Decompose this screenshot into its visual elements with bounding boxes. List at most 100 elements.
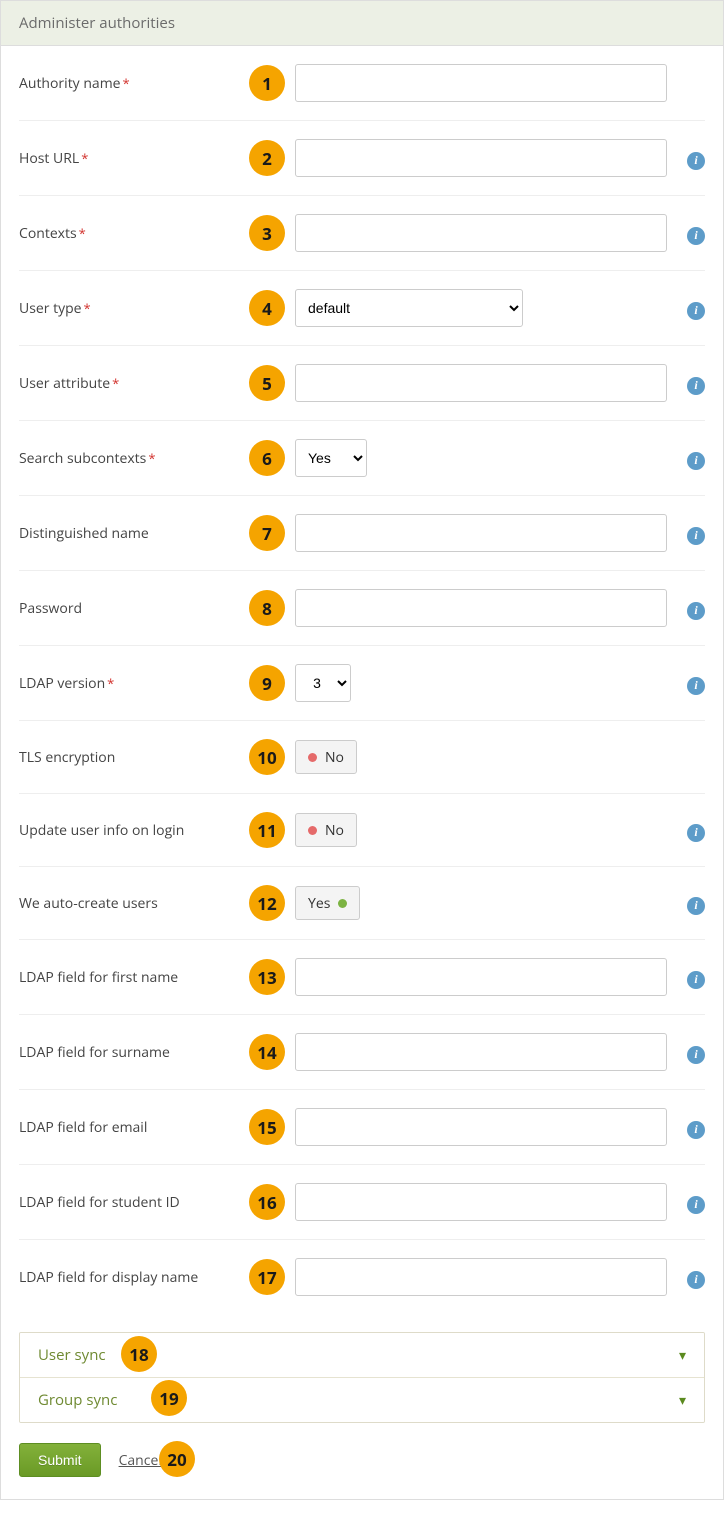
step-marker-14: 14 — [249, 1034, 285, 1070]
step-marker-7: 7 — [249, 515, 285, 551]
required-asterisk: * — [81, 149, 88, 167]
info-icon[interactable]: i — [687, 1121, 705, 1139]
info-icon[interactable]: i — [687, 602, 705, 620]
row-surname: LDAP field for surname 14 i — [19, 1015, 705, 1090]
row-distinguished-name: Distinguished name 7 i — [19, 496, 705, 571]
row-autocreate: We auto-create users 12 Yes i — [19, 867, 705, 940]
info-icon[interactable]: i — [687, 1196, 705, 1214]
user-type-select[interactable]: default — [295, 289, 523, 327]
label-email: LDAP field for email — [19, 1118, 249, 1137]
info-icon[interactable]: i — [687, 377, 705, 395]
step-marker-19: 19 — [151, 1380, 187, 1416]
step-marker-10: 10 — [249, 739, 285, 775]
step-marker-16: 16 — [249, 1184, 285, 1220]
submit-button[interactable]: Submit — [19, 1443, 101, 1477]
info-icon[interactable]: i — [687, 897, 705, 915]
admin-authorities-panel: Administer authorities Authority name* 1… — [0, 0, 724, 1500]
row-firstname: LDAP field for first name 13 i — [19, 940, 705, 1015]
label-surname: LDAP field for surname — [19, 1043, 249, 1062]
label-user-attribute: User attribute* — [19, 374, 249, 393]
panel-body: Authority name* 1 Host URL* 2 i Contexts… — [1, 46, 723, 1499]
accordion-section: User sync ▾ Group sync ▾ 18 19 — [19, 1332, 705, 1423]
toggle-label: No — [325, 748, 344, 767]
label-contexts: Contexts* — [19, 224, 249, 243]
required-asterisk: * — [107, 674, 114, 692]
info-icon[interactable]: i — [687, 1271, 705, 1289]
accordion-label: Group sync — [38, 1390, 117, 1410]
step-marker-15: 15 — [249, 1109, 285, 1145]
row-studentid: LDAP field for student ID 16 i — [19, 1165, 705, 1240]
row-contexts: Contexts* 3 i — [19, 196, 705, 271]
step-marker-1: 1 — [249, 65, 285, 101]
step-marker-9: 9 — [249, 665, 285, 701]
distinguished-name-input[interactable] — [295, 514, 667, 552]
label-autocreate: We auto-create users — [19, 894, 249, 913]
search-subcontexts-select[interactable]: Yes — [295, 439, 367, 477]
info-icon[interactable]: i — [687, 971, 705, 989]
step-marker-2: 2 — [249, 140, 285, 176]
label-update-login: Update user info on login — [19, 821, 249, 840]
cancel-link[interactable]: Cancel — [119, 1451, 162, 1470]
label-search-subcontexts: Search subcontexts* — [19, 449, 249, 468]
row-email: LDAP field for email 15 i — [19, 1090, 705, 1165]
label-studentid: LDAP field for student ID — [19, 1193, 249, 1212]
host-url-input[interactable] — [295, 139, 667, 177]
info-icon[interactable]: i — [687, 527, 705, 545]
label-ldap-version: LDAP version* — [19, 674, 249, 693]
form-actions: Submit Cancel 20 — [19, 1443, 705, 1477]
info-icon[interactable]: i — [687, 152, 705, 170]
required-asterisk: * — [79, 224, 86, 242]
authority-name-input[interactable] — [295, 64, 667, 102]
row-user-attribute: User attribute* 5 i — [19, 346, 705, 421]
toggle-label: No — [325, 821, 344, 840]
email-input[interactable] — [295, 1108, 667, 1146]
accordion-label: User sync — [38, 1345, 106, 1365]
required-asterisk: * — [112, 374, 119, 392]
firstname-input[interactable] — [295, 958, 667, 996]
contexts-input[interactable] — [295, 214, 667, 252]
label-host-url: Host URL* — [19, 149, 249, 168]
info-icon[interactable]: i — [687, 1046, 705, 1064]
step-marker-11: 11 — [249, 812, 285, 848]
label-password: Password — [19, 599, 249, 618]
toggle-indicator-off-icon — [308, 753, 317, 762]
displayname-input[interactable] — [295, 1258, 667, 1296]
step-marker-17: 17 — [249, 1259, 285, 1295]
info-icon[interactable]: i — [687, 452, 705, 470]
step-marker-3: 3 — [249, 215, 285, 251]
toggle-label: Yes — [308, 894, 330, 913]
step-marker-13: 13 — [249, 959, 285, 995]
surname-input[interactable] — [295, 1033, 667, 1071]
info-icon[interactable]: i — [687, 227, 705, 245]
row-host-url: Host URL* 2 i — [19, 121, 705, 196]
accordion-group-sync[interactable]: Group sync ▾ — [20, 1377, 704, 1422]
label-user-type: User type* — [19, 299, 249, 318]
info-icon[interactable]: i — [687, 824, 705, 842]
autocreate-toggle[interactable]: Yes — [295, 886, 360, 920]
studentid-input[interactable] — [295, 1183, 667, 1221]
required-asterisk: * — [148, 449, 155, 467]
ldap-version-select[interactable]: 3 — [295, 664, 351, 702]
toggle-indicator-off-icon — [308, 826, 317, 835]
chevron-down-icon: ▾ — [679, 1391, 686, 1410]
row-password: Password 8 i — [19, 571, 705, 646]
step-marker-12: 12 — [249, 885, 285, 921]
row-authority-name: Authority name* 1 — [19, 64, 705, 121]
row-ldap-version: LDAP version* 9 3 i — [19, 646, 705, 721]
required-asterisk: * — [123, 74, 130, 92]
step-marker-20: 20 — [159, 1441, 195, 1477]
info-icon[interactable]: i — [687, 677, 705, 695]
step-marker-4: 4 — [249, 290, 285, 326]
info-icon[interactable]: i — [687, 302, 705, 320]
step-marker-5: 5 — [249, 365, 285, 401]
step-marker-18: 18 — [121, 1336, 157, 1372]
panel-title: Administer authorities — [1, 1, 723, 46]
label-tls: TLS encryption — [19, 748, 249, 767]
password-input[interactable] — [295, 589, 667, 627]
update-login-toggle[interactable]: No — [295, 813, 357, 847]
user-attribute-input[interactable] — [295, 364, 667, 402]
label-authority-name: Authority name* — [19, 74, 249, 93]
chevron-down-icon: ▾ — [679, 1346, 686, 1365]
row-update-login: Update user info on login 11 No i — [19, 794, 705, 867]
tls-toggle[interactable]: No — [295, 740, 357, 774]
